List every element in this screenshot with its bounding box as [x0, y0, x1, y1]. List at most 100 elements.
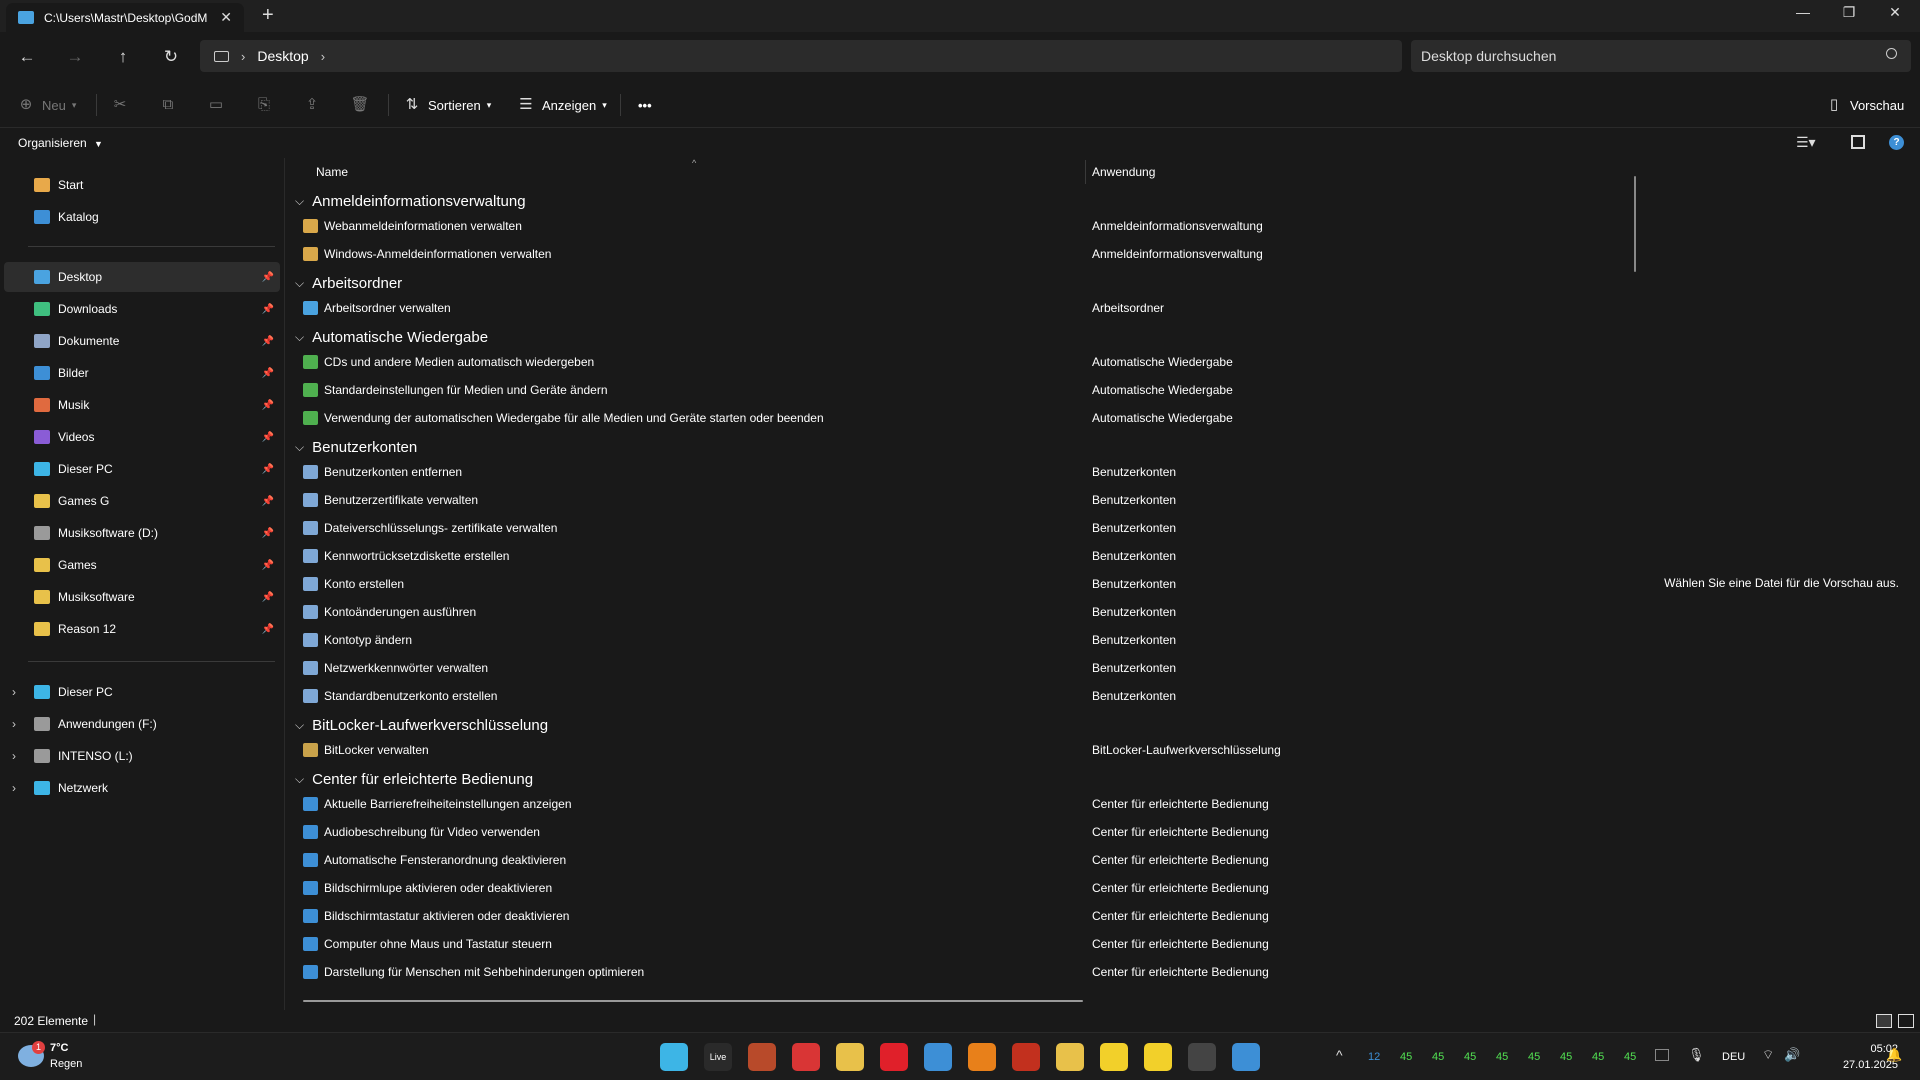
tray-counter[interactable]: 45	[1624, 1051, 1636, 1063]
restore-icon[interactable]: ❐	[1826, 4, 1872, 21]
group-header[interactable]: ⌵ Arbeitsordner	[295, 270, 402, 296]
chevron-right-icon[interactable]: ›	[241, 49, 245, 64]
list-item[interactable]: Computer ohne Maus und Tastatur steuern C…	[303, 930, 1603, 958]
share-button[interactable]: ⇪	[302, 90, 322, 120]
tray-counter[interactable]: 45	[1464, 1051, 1476, 1063]
pin-icon[interactable]: 📌	[262, 592, 274, 603]
wifi-icon[interactable]: ⌔	[1762, 1047, 1774, 1063]
app-dark-icon[interactable]	[1188, 1043, 1216, 1071]
sort-button[interactable]: ⇅ Sortieren ▾	[402, 90, 492, 120]
back-icon[interactable]: ←	[12, 42, 42, 72]
chevron-down-icon[interactable]: ⌵	[295, 440, 304, 455]
sidebar-item-reason-12[interactable]: Reason 12 📌	[4, 614, 280, 644]
chevron-right-icon[interactable]: ›	[321, 49, 325, 64]
column-separator[interactable]	[1085, 160, 1086, 184]
tray-counter[interactable]: 45	[1400, 1051, 1412, 1063]
sidebar-tree-netzwerk[interactable]: › Netzwerk	[4, 773, 280, 803]
list-item[interactable]: Arbeitsordner verwalten Arbeitsordner	[303, 294, 1603, 322]
chevron-right-icon[interactable]: ›	[12, 781, 16, 795]
pin-icon[interactable]: 📌	[262, 496, 274, 507]
sidebar-item-katalog[interactable]: Katalog	[4, 202, 280, 232]
list-item[interactable]: Netzwerkkennwörter verwalten Benutzerkont…	[303, 654, 1603, 682]
list-item[interactable]: Windows-Anmeldeinformationen verwalten An…	[303, 240, 1603, 268]
file-explorer-icon[interactable]	[836, 1043, 864, 1071]
list-item[interactable]: Dateiverschlüsselungs- zertifikate verwa…	[303, 514, 1603, 542]
chevron-right-icon[interactable]: ›	[12, 717, 16, 731]
chevron-down-icon[interactable]: ⌵	[295, 194, 304, 209]
tab-active[interactable]: C:\Users\Mastr\Desktop\GodM ✕	[6, 3, 244, 32]
live-icon[interactable]: Live	[704, 1043, 732, 1071]
list-item[interactable]: Benutzerkonten entfernen Benutzerkonten	[303, 458, 1603, 486]
tray-counter[interactable]: 45	[1496, 1051, 1508, 1063]
list-item[interactable]: Darstellung für Menschen mit Sehbehinder…	[303, 958, 1603, 986]
list-item[interactable]: Bildschirmtastatur aktivieren oder deakt…	[303, 902, 1603, 930]
search-input[interactable]: Desktop durchsuchen	[1411, 40, 1911, 72]
group-header[interactable]: ⌵ Anmeldeinformationsverwaltung	[295, 188, 526, 214]
more-options-button[interactable]: •••	[638, 90, 652, 120]
tray-counter[interactable]: 45	[1432, 1051, 1444, 1063]
app-warning-icon[interactable]	[1056, 1043, 1084, 1071]
pin-icon[interactable]: 📌	[262, 560, 274, 571]
group-header[interactable]: ⌵ Center für erleichterte Bedienung	[295, 766, 533, 792]
details-view-toggle-icon[interactable]	[1876, 1014, 1892, 1028]
app-yellow2-icon[interactable]	[1144, 1043, 1172, 1071]
group-header[interactable]: ⌵ Automatische Wiedergabe	[295, 324, 488, 350]
chevron-down-icon[interactable]: ⌵	[295, 330, 304, 345]
details-view-icon[interactable]: ☰▾	[1796, 134, 1816, 151]
sidebar-item-musiksoftware-d-[interactable]: Musiksoftware (D:) 📌	[4, 518, 280, 548]
tiles-view-toggle-icon[interactable]	[1898, 1014, 1914, 1028]
app-red-icon[interactable]	[1012, 1043, 1040, 1071]
list-item[interactable]: Bildschirmlupe aktivieren oder deaktivie…	[303, 874, 1603, 902]
new-button[interactable]: ⊕ Neu ▾	[16, 90, 77, 120]
app-a-icon[interactable]	[748, 1043, 776, 1071]
pin-icon[interactable]: 📌	[262, 368, 274, 379]
chevron-down-icon[interactable]: ⌵	[295, 276, 304, 291]
weather-desc[interactable]: Regen	[50, 1058, 82, 1070]
pin-icon[interactable]: 📌	[262, 528, 274, 539]
list-item[interactable]: Verwendung der automatischen Wiedergabe …	[303, 404, 1603, 432]
vertical-scrollbar[interactable]	[1634, 176, 1636, 272]
rename-button[interactable]: ⎘	[254, 90, 274, 120]
list-item[interactable]: Webanmeldeinformationen verwalten Anmelde…	[303, 212, 1603, 240]
organize-menu[interactable]: Organisieren ▼	[18, 136, 103, 150]
tray-app-icon[interactable]	[1655, 1049, 1669, 1061]
list-item[interactable]: Standardbenutzerkonto erstellen Benutzerk…	[303, 682, 1603, 710]
delete-button[interactable]: 🗑	[350, 90, 370, 120]
view-button[interactable]: ☰ Anzeigen ▾	[516, 90, 606, 120]
blender-icon[interactable]	[968, 1043, 996, 1071]
sidebar-tree-anwendungen-f-[interactable]: › Anwendungen (F:)	[4, 709, 280, 739]
microphone-icon[interactable]: 🎙	[1688, 1047, 1705, 1063]
pin-icon[interactable]: 📌	[262, 400, 274, 411]
address-bar[interactable]: › Desktop ›	[200, 40, 1402, 72]
column-header-app[interactable]: Anwendung	[1092, 158, 1155, 186]
chevron-down-icon[interactable]: ⌵	[295, 718, 304, 733]
preview-button[interactable]: ▯ Vorschau	[1824, 90, 1904, 120]
list-item[interactable]: Automatische Fensteranordnung deaktivier…	[303, 846, 1603, 874]
paste-button[interactable]: ▭	[206, 90, 226, 120]
large-icons-icon[interactable]	[1851, 135, 1865, 149]
up-icon[interactable]: ↑	[108, 42, 138, 72]
chevron-right-icon[interactable]: ›	[12, 685, 16, 699]
app-yellow-icon[interactable]	[1100, 1043, 1128, 1071]
column-header-name[interactable]: Name	[316, 158, 348, 186]
refresh-icon[interactable]: ↻	[156, 42, 186, 72]
pin-icon[interactable]: 📌	[262, 464, 274, 475]
list-item[interactable]: Kontoänderungen ausführen Benutzerkonten	[303, 598, 1603, 626]
help-icon[interactable]: ?	[1889, 135, 1904, 150]
list-item[interactable]: BitLocker verwalten BitLocker-Laufwerkver…	[303, 736, 1603, 764]
pin-icon[interactable]: 📌	[262, 336, 274, 347]
sidebar-item-dokumente[interactable]: Dokumente 📌	[4, 326, 280, 356]
sidebar-item-games-g[interactable]: Games G 📌	[4, 486, 280, 516]
sidebar-item-musik[interactable]: Musik 📌	[4, 390, 280, 420]
language-indicator[interactable]: DEU	[1722, 1051, 1745, 1063]
sidebar-item-games[interactable]: Games 📌	[4, 550, 280, 580]
chevron-right-icon[interactable]: ›	[12, 749, 16, 763]
list-item[interactable]: Kontotyp ändern Benutzerkonten	[303, 626, 1603, 654]
tray-counter[interactable]: 45	[1560, 1051, 1572, 1063]
sidebar-tree-intenso-l-[interactable]: › INTENSO (L:)	[4, 741, 280, 771]
sidebar-item-videos[interactable]: Videos 📌	[4, 422, 280, 452]
notification-bell-icon[interactable]: 🔔	[1886, 1047, 1902, 1063]
app-s-icon[interactable]	[792, 1043, 820, 1071]
affinity-icon[interactable]	[924, 1043, 952, 1071]
forward-icon[interactable]: →	[60, 42, 90, 72]
